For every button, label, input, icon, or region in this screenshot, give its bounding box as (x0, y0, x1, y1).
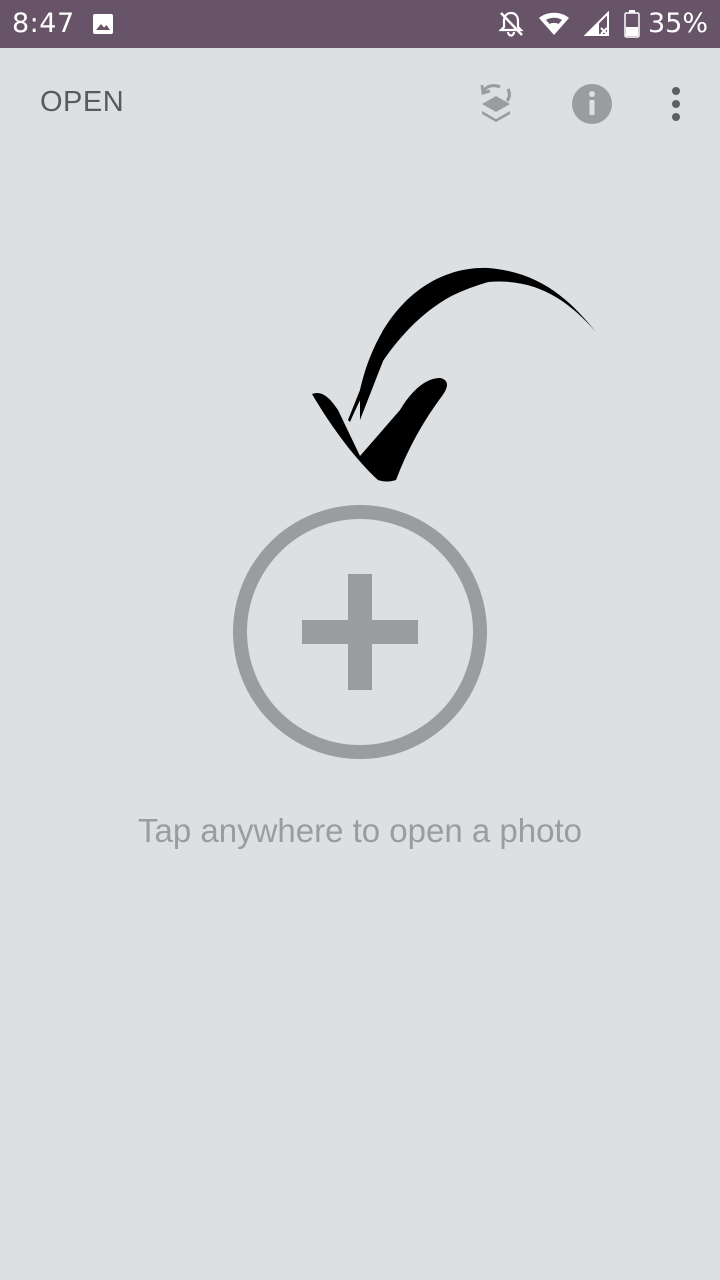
app-screen[interactable]: 8:47 35% OPEN Tap anywhere to open a pho… (0, 0, 720, 1280)
app-bar: OPEN (0, 48, 720, 160)
open-photo-hint: Tap anywhere to open a photo (137, 812, 582, 849)
image-icon (93, 14, 113, 34)
notifications-off-icon (498, 10, 524, 38)
add-photo-button[interactable] (230, 502, 490, 762)
wifi-icon (538, 11, 570, 37)
layers-switch-icon[interactable] (470, 80, 522, 132)
open-button[interactable]: OPEN (40, 86, 124, 119)
curved-arrow-icon (312, 267, 596, 482)
status-bar: 8:47 35% (0, 0, 720, 48)
signal-no-data-icon (583, 11, 610, 37)
battery-percent: 35% (647, 8, 708, 39)
info-icon[interactable] (568, 80, 616, 128)
status-icons: 35% (484, 0, 708, 48)
battery-icon (624, 10, 640, 38)
status-time: 8:47 (12, 8, 75, 39)
more-vert-icon[interactable] (656, 80, 696, 128)
